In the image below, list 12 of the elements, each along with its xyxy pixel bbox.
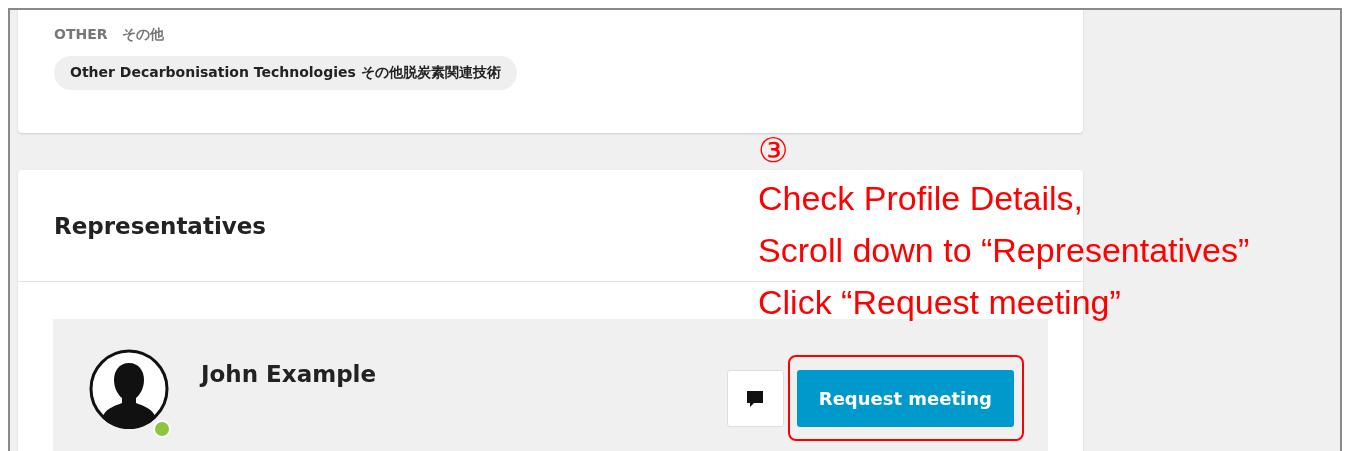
request-meeting-button[interactable]: Request meeting — [796, 370, 1014, 427]
step-number: ③ — [758, 130, 789, 171]
person-name: John Example — [201, 361, 377, 387]
avatar-silhouette-icon — [89, 349, 169, 429]
section-title: Representatives — [54, 212, 267, 239]
speech-bubble-icon — [745, 388, 766, 409]
instruction-text: Scroll down to “Representatives” — [758, 230, 1250, 271]
instruction-text: Check Profile Details, — [758, 178, 1084, 219]
chat-button[interactable] — [726, 370, 784, 427]
section-label: OTHER その他 — [54, 26, 165, 44]
instruction-text: Click “Request meeting” — [758, 282, 1122, 323]
category-tag: Other Decarbonisation Technologies その他脱炭素関連技術 — [54, 56, 517, 90]
